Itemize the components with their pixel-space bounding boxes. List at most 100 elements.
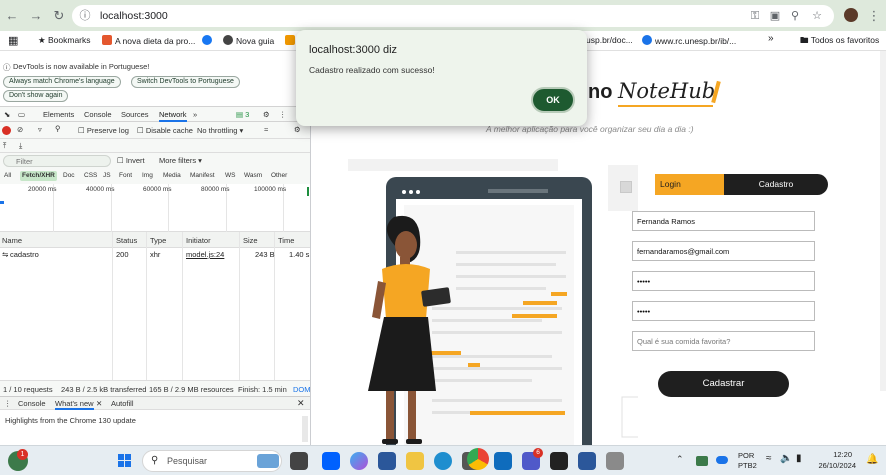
drawer-menu-icon[interactable]: ⋮: [4, 399, 12, 408]
favorite-food-input[interactable]: [632, 331, 815, 351]
drawer-tab-console[interactable]: Console: [18, 399, 46, 408]
column-size[interactable]: Size: [243, 236, 258, 245]
settings-gear-icon[interactable]: ⚙: [263, 110, 270, 119]
column-name[interactable]: Name: [2, 236, 22, 245]
type-filter-other[interactable]: Other: [269, 171, 289, 181]
wifi-icon[interactable]: ≈: [264, 125, 268, 134]
table-row[interactable]: ⇋ cadastro 200 xhr model.js:24 243 B 1.4…: [0, 248, 310, 260]
bookmark-item[interactable]: Nova guia: [223, 35, 274, 46]
tray-app-icon[interactable]: [696, 456, 708, 466]
apps-grid-icon[interactable]: ▦: [8, 34, 18, 47]
close-tab-icon[interactable]: ✕: [96, 399, 102, 408]
inspect-element-icon[interactable]: ⬊: [4, 110, 10, 119]
network-timeline[interactable]: 20000 ms 40000 ms 60000 ms 80000 ms 1000…: [0, 184, 310, 232]
drawer-tab-whats-new[interactable]: What's new: [55, 399, 94, 410]
confirm-password-input[interactable]: [632, 301, 815, 321]
more-bookmarks-icon[interactable]: »: [768, 33, 774, 44]
device-toolbar-icon[interactable]: ▭: [18, 110, 25, 119]
bookmark-star-icon[interactable]: ☆: [810, 9, 824, 23]
type-filter-font[interactable]: Font: [117, 171, 134, 181]
match-language-button[interactable]: Always match Chrome's language: [3, 76, 121, 88]
invert-checkbox[interactable]: ☐ Invert: [117, 156, 145, 165]
speaker-icon[interactable]: 🔈: [780, 453, 792, 464]
network-settings-icon[interactable]: ⚙: [294, 125, 301, 134]
type-filter-js[interactable]: JS: [101, 171, 113, 181]
site-info-icon[interactable]: ⓘ: [78, 9, 92, 23]
cadastrar-button[interactable]: Cadastrar: [658, 371, 789, 397]
tab-elements[interactable]: Elements: [43, 110, 74, 119]
windows-start-icon[interactable]: [118, 454, 132, 468]
more-filters-dropdown[interactable]: More filters ▾: [159, 156, 202, 165]
type-filter-wasm[interactable]: Wasm: [242, 171, 264, 181]
notifications-bell-icon[interactable]: 🔔: [866, 454, 878, 465]
bookmark-item[interactable]: [202, 35, 215, 46]
type-filter-doc[interactable]: Doc: [61, 171, 77, 181]
scrollbar[interactable]: [302, 416, 308, 442]
profile-avatar[interactable]: [844, 8, 858, 22]
cast-icon[interactable]: ▣: [768, 9, 782, 23]
dropbox-icon[interactable]: [322, 452, 340, 470]
type-filter-css[interactable]: CSS: [82, 171, 99, 181]
clock-date[interactable]: 26/10/2024: [812, 461, 856, 470]
name-input[interactable]: [632, 211, 815, 231]
zoom-icon[interactable]: ⚲: [788, 9, 802, 23]
ok-button[interactable]: OK: [531, 87, 575, 113]
forward-icon[interactable]: →: [28, 8, 44, 24]
bookmark-item[interactable]: www.rc.unesp.br/ib/...: [642, 35, 736, 46]
word-icon[interactable]: [578, 452, 596, 470]
reload-icon[interactable]: ↻: [51, 8, 67, 24]
password-key-icon[interactable]: ⚿: [748, 9, 762, 23]
back-icon[interactable]: ←: [4, 8, 20, 24]
clear-icon[interactable]: ⊘: [17, 125, 23, 134]
edge-icon[interactable]: [434, 452, 452, 470]
taskbar-search[interactable]: ⚲ Pesquisar: [142, 450, 282, 472]
onedrive-icon[interactable]: [716, 456, 728, 464]
bookmark-item[interactable]: usp.br/doc...: [586, 35, 633, 45]
export-har-icon[interactable]: ⤓: [19, 141, 22, 151]
drawer-tab-autofill[interactable]: Autofill: [111, 399, 134, 408]
address-bar[interactable]: ⓘ localhost:3000 ⚿ ▣ ⚲ ☆: [72, 5, 834, 27]
filter-input[interactable]: [3, 155, 111, 167]
preserve-log-checkbox[interactable]: ☐ Preserve log: [78, 126, 129, 135]
issues-icon[interactable]: ▤ 3: [236, 110, 249, 119]
keyboard-layout[interactable]: PTB2: [738, 461, 757, 470]
language-indicator[interactable]: POR: [738, 451, 754, 460]
type-filter-media[interactable]: Media: [161, 171, 183, 181]
type-filter-fetch-xhr[interactable]: Fetch/XHR: [20, 171, 57, 181]
tab-login[interactable]: Login: [655, 174, 724, 195]
tab-cadastro[interactable]: Cadastro: [724, 174, 828, 195]
column-time[interactable]: Time: [278, 236, 294, 245]
store-icon[interactable]: [378, 452, 396, 470]
chevron-up-icon[interactable]: ⌃: [676, 454, 684, 465]
clock-time[interactable]: 12:20: [826, 450, 852, 459]
record-icon[interactable]: [2, 126, 11, 135]
tab-network[interactable]: Network: [159, 110, 187, 122]
tab-console[interactable]: Console: [84, 110, 112, 119]
outlook-icon[interactable]: [494, 452, 512, 470]
switch-language-button[interactable]: Switch DevTools to Portuguese: [131, 76, 240, 88]
file-explorer-icon[interactable]: [406, 452, 424, 470]
close-drawer-icon[interactable]: ✕: [297, 398, 305, 409]
import-har-icon[interactable]: ⤒: [3, 141, 6, 151]
battery-icon[interactable]: ▮: [796, 453, 802, 464]
disable-cache-checkbox[interactable]: ☐ Disable cache: [137, 126, 193, 135]
column-type[interactable]: Type: [150, 236, 166, 245]
app-icon[interactable]: [606, 452, 624, 470]
ws-app-icon[interactable]: [550, 452, 568, 470]
bookmark-item[interactable]: ★ Bookmarks: [38, 35, 91, 46]
task-view-icon[interactable]: [290, 452, 308, 470]
email-input[interactable]: [632, 241, 815, 261]
search-icon[interactable]: ⚲: [55, 124, 61, 133]
wifi-icon[interactable]: ≈: [766, 453, 772, 464]
password-input[interactable]: [632, 271, 815, 291]
throttling-select[interactable]: No throttling ▾: [197, 126, 243, 135]
more-tabs-icon[interactable]: »: [193, 110, 197, 119]
type-filter-manifest[interactable]: Manifest: [188, 171, 217, 181]
request-initiator-link[interactable]: model.js:24: [186, 250, 224, 259]
type-filter-ws[interactable]: WS: [223, 171, 237, 181]
column-initiator[interactable]: Initiator: [186, 236, 211, 245]
all-bookmarks[interactable]: 🖿 Todos os favoritos: [800, 35, 879, 49]
type-filter-all[interactable]: All: [2, 171, 13, 181]
column-status[interactable]: Status: [116, 236, 137, 245]
bookmark-item[interactable]: A nova dieta da pro...: [102, 35, 195, 46]
